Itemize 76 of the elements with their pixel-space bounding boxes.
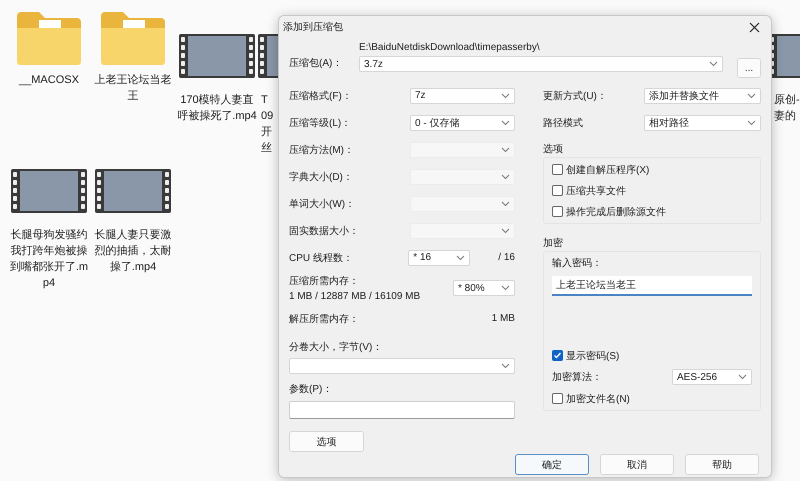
field-label: 压缩等级(L)： xyxy=(289,116,352,130)
dialog-button[interactable]: 确定 xyxy=(515,454,589,475)
archive-name-dropdown[interactable]: 3.7z xyxy=(359,56,723,72)
checkbox-label: 操作完成后删除源文件 xyxy=(566,206,666,218)
field-label: 压缩方法(M)： xyxy=(289,144,354,156)
file-name[interactable]: 妻的 xyxy=(774,108,800,124)
group-title: 选项 xyxy=(542,142,564,156)
thread-total: / 16 xyxy=(498,252,515,263)
file-name[interactable]: 170模特人妻直呼被操死了.mp4 xyxy=(177,92,257,124)
file-name[interactable]: 开 xyxy=(261,124,279,140)
dropdown[interactable]: 添加并替换文件 xyxy=(644,88,761,104)
field-label: 解压所需内存： xyxy=(289,312,359,326)
file-name[interactable]: 丝 xyxy=(261,140,279,156)
field-label: CPU 线程数： xyxy=(289,252,353,264)
dialog-button[interactable]: 取消 xyxy=(600,454,674,475)
dropdown[interactable]: * 16 xyxy=(408,250,470,266)
dropdown[interactable]: 7z xyxy=(410,88,515,104)
field-label: 压缩包(A)： xyxy=(289,56,344,70)
chevron-down-icon xyxy=(500,92,510,98)
checkbox[interactable] xyxy=(552,206,563,217)
chevron-down-icon xyxy=(500,120,510,126)
chevron-down-icon xyxy=(500,146,510,152)
options-button[interactable]: 选项 xyxy=(289,431,364,452)
field-label: 固实数据大小： xyxy=(289,224,359,238)
chevron-down-icon xyxy=(709,61,718,67)
password-field[interactable]: 上老王论坛当老王 xyxy=(552,276,752,296)
chevron-down-icon xyxy=(738,374,747,380)
checkbox[interactable] xyxy=(552,350,563,361)
window-title: 添加到压缩包 xyxy=(283,20,343,34)
checkbox-label: 显示密码(S) xyxy=(566,350,620,362)
field-label: 更新方式(U)： xyxy=(542,90,607,102)
field-label: 路径模式 xyxy=(542,116,583,130)
field-label: 加密算法： xyxy=(552,370,602,384)
chevron-down-icon xyxy=(747,120,756,126)
file-name[interactable]: 长腿母狗发骚约我打跨年炮被操到嘴都张开了.mp4 xyxy=(9,227,89,291)
field-label: 压缩格式(F)： xyxy=(289,90,352,102)
chevron-down-icon xyxy=(500,200,510,206)
memory-value: 1 MB xyxy=(492,313,515,324)
dropdown[interactable]: AES-256 xyxy=(672,369,752,385)
chevron-down-icon xyxy=(500,228,510,234)
file-name[interactable]: 09 xyxy=(261,108,279,124)
chevron-down-icon xyxy=(500,363,510,369)
file-name[interactable]: 原创- xyxy=(774,92,800,108)
dropdown[interactable]: 0 - 仅存储 xyxy=(410,114,515,130)
dropdown[interactable]: 相对路径 xyxy=(644,114,761,130)
video-thumbnail-icon[interactable] xyxy=(95,169,171,213)
field-label: 单词大小(W)： xyxy=(289,198,356,210)
field-label: 分卷大小，字节(V)： xyxy=(289,340,384,354)
checkbox[interactable] xyxy=(552,164,563,175)
field-label: 压缩所需内存： xyxy=(289,274,360,288)
file-name[interactable]: T xyxy=(261,92,279,108)
parameters-field[interactable] xyxy=(289,401,515,419)
checkbox[interactable] xyxy=(552,393,563,404)
chevron-down-icon xyxy=(500,285,510,291)
field-label: 参数(P)： xyxy=(289,382,334,396)
file-name[interactable]: __MACOSX xyxy=(9,72,89,88)
chevron-down-icon xyxy=(747,92,756,98)
video-thumbnail-icon[interactable] xyxy=(179,34,255,78)
chevron-down-icon xyxy=(500,174,510,180)
file-name[interactable]: 长腿人妻只要激烈的抽插，太耐操了.mp4 xyxy=(93,227,173,275)
checkbox[interactable] xyxy=(552,185,563,196)
dropdown[interactable]: * 80% xyxy=(452,280,515,296)
close-icon[interactable] xyxy=(748,22,760,32)
checkbox-label: 创建自解压程序(X) xyxy=(566,164,650,176)
dialog-button[interactable]: 帮助 xyxy=(685,454,759,475)
archive-path: E:\BaiduNetdiskDownload\timepasserby\ xyxy=(359,42,541,53)
memory-usage: 1 MB / 12887 MB / 16109 MB xyxy=(289,291,420,302)
browse-button[interactable]: ... xyxy=(737,58,761,78)
checkbox-label: 加密文件名(N) xyxy=(566,392,630,406)
field-label: 字典大小(D)： xyxy=(289,170,353,184)
field-label: 输入密码： xyxy=(552,256,603,270)
file-name[interactable]: 上老王论坛当老王 xyxy=(93,72,173,104)
checkbox-label: 压缩共享文件 xyxy=(566,184,626,198)
chevron-down-icon xyxy=(456,254,466,260)
group-title: 加密 xyxy=(542,236,564,250)
video-thumbnail-icon[interactable] xyxy=(11,169,87,213)
